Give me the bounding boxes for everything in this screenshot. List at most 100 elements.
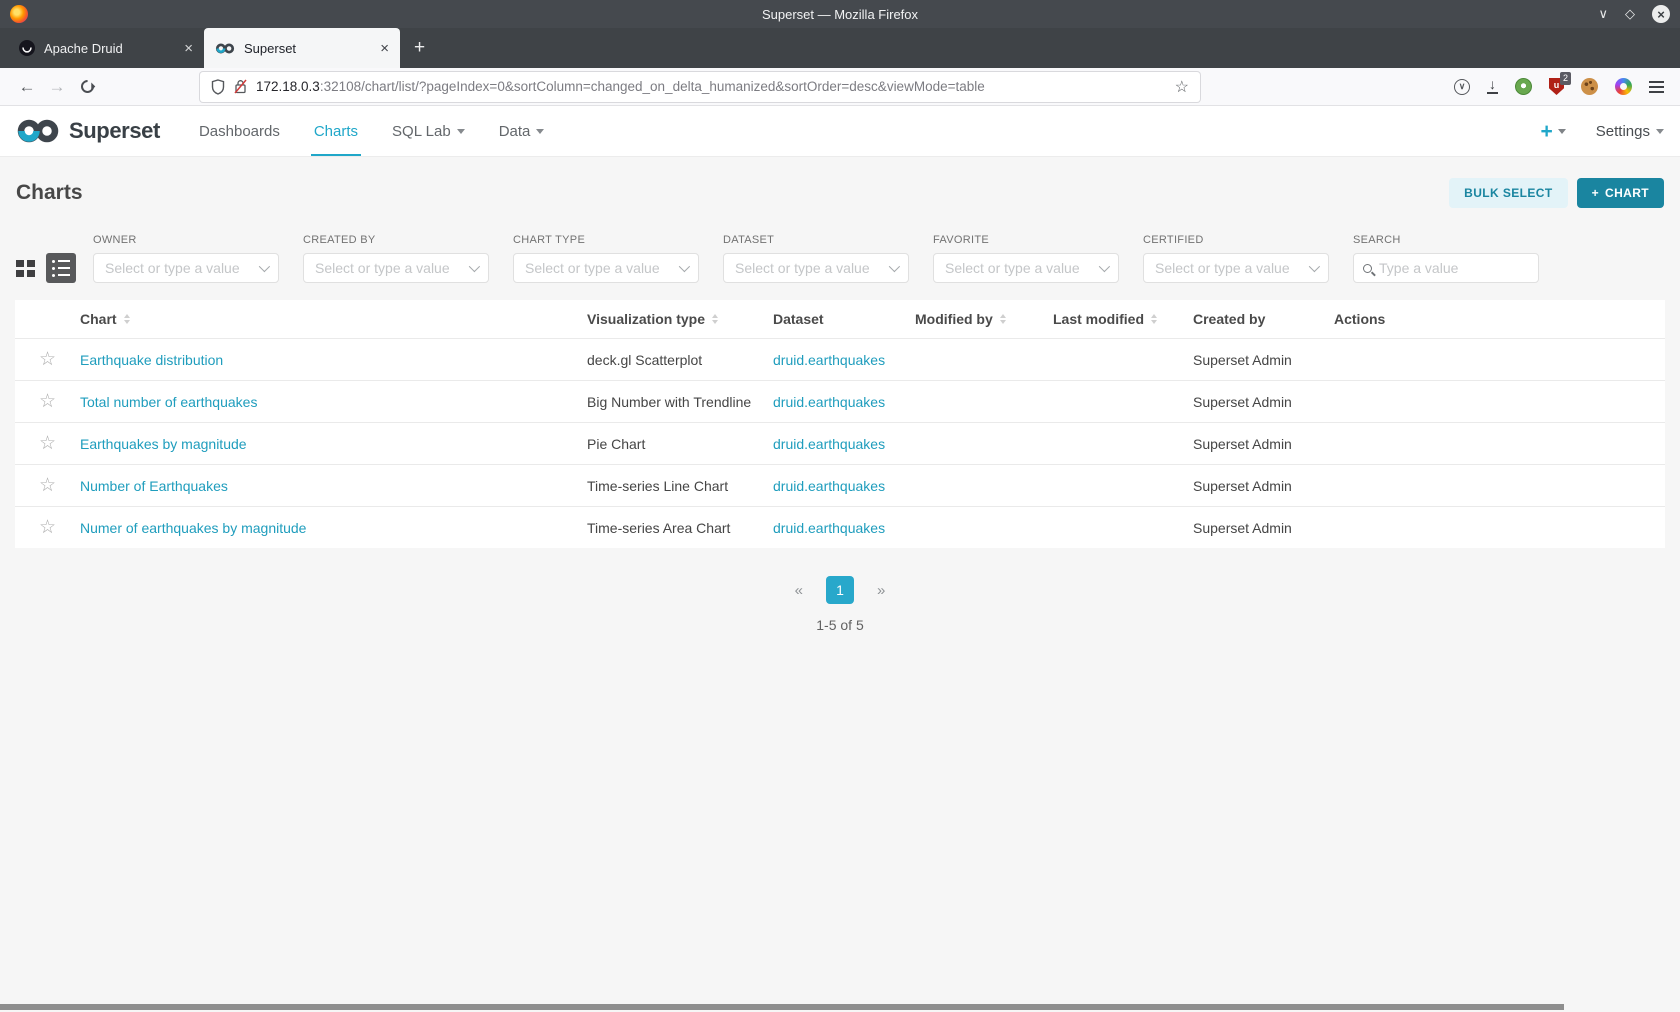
sort-icon[interactable] [124,311,130,327]
created-by-cell: Superset Admin [1193,394,1334,410]
menu-icon[interactable] [1649,81,1664,93]
forward-button[interactable]: → [42,77,72,97]
extension-green-icon[interactable] [1515,78,1532,95]
search-icon [1363,264,1372,273]
table-row: ☆ Number of Earthquakes Time-series Line… [15,464,1665,506]
dataset-select[interactable]: Select or type a value [723,253,909,283]
tab-label: Superset [244,41,371,56]
browser-toolbar: ← → 172.18.0.3:32108/chart/list/?pageInd… [0,68,1680,106]
window-maximize-icon[interactable]: ◇ [1625,6,1635,22]
chevron-down-icon [679,261,690,272]
add-chart-button[interactable]: +CHART [1577,178,1664,208]
sort-icon[interactable] [1151,311,1157,327]
certified-select[interactable]: Select or type a value [1143,253,1329,283]
column-header-modified-by[interactable]: Modified by [915,311,1053,327]
chart-name-link[interactable]: Total number of earthquakes [80,394,587,410]
owner-select[interactable]: Select or type a value [93,253,279,283]
nav-label: Charts [314,123,358,140]
nav-item-charts[interactable]: Charts [297,106,375,156]
scrollbar-thumb[interactable] [0,1004,1564,1010]
chart-name-link[interactable]: Number of Earthquakes [80,478,587,494]
column-label: Actions [1334,311,1385,327]
column-header-visualization-type[interactable]: Visualization type [587,311,773,327]
tab-close-icon[interactable]: × [380,40,389,57]
favorite-star-icon[interactable]: ☆ [39,518,56,537]
dataset-link[interactable]: druid.earthquakes [773,478,915,494]
pocket-icon[interactable]: ∨ [1454,79,1470,95]
column-header-actions: Actions [1334,311,1665,327]
ublock-icon[interactable]: u 2 [1549,78,1564,95]
window-close-icon[interactable]: × [1652,5,1670,23]
horizontal-scrollbar[interactable] [0,1004,1680,1011]
url-host: 172.18.0.3 [256,79,320,94]
pagination-summary: 1-5 of 5 [0,617,1680,633]
caret-down-icon [1656,129,1664,138]
chart-name-link[interactable]: Earthquake distribution [80,352,587,368]
column-header-chart[interactable]: Chart [80,311,587,327]
tab-label: Apache Druid [44,41,175,56]
column-label: Chart [80,311,117,327]
sort-icon[interactable] [712,311,718,327]
search-input[interactable] [1379,260,1529,276]
filter-dataset: DATASET Select or type a value [723,234,909,283]
nav-label: Dashboards [199,123,280,140]
nav-item-dashboards[interactable]: Dashboards [182,106,297,156]
url-text[interactable]: 172.18.0.3:32108/chart/list/?pageIndex=0… [256,79,985,94]
settings-menu[interactable]: Settings [1596,123,1664,140]
caret-down-icon [457,129,465,138]
prev-page-button[interactable]: « [795,582,803,599]
created-by-select[interactable]: Select or type a value [303,253,489,283]
chart-type-select[interactable]: Select or type a value [513,253,699,283]
new-tab-button[interactable]: + [400,28,439,68]
column-header-last-modified[interactable]: Last modified [1053,311,1193,327]
favorite-star-icon[interactable]: ☆ [39,434,56,453]
column-label: Modified by [915,311,993,327]
tab-close-icon[interactable]: × [184,40,193,57]
favorite-star-icon[interactable]: ☆ [39,392,56,411]
download-icon[interactable]: ↓ [1487,79,1498,93]
list-view-toggle[interactable] [46,253,76,283]
viz-type-cell: deck.gl Scatterplot [587,352,773,368]
tracking-shield-icon[interactable] [211,79,225,95]
nav-item-sql-lab[interactable]: SQL Lab [375,106,482,156]
table-row: ☆ Total number of earthquakes Big Number… [15,380,1665,422]
sort-icon[interactable] [1000,311,1006,327]
insecure-lock-icon[interactable] [234,79,247,94]
bulk-select-button[interactable]: BULK SELECT [1449,178,1567,208]
select-placeholder: Select or type a value [105,260,240,276]
favorite-star-icon[interactable]: ☆ [39,476,56,495]
colorful-extension-icon[interactable] [1615,78,1632,95]
cookie-icon[interactable] [1581,78,1598,95]
next-page-button[interactable]: » [877,582,885,599]
dataset-link[interactable]: druid.earthquakes [773,394,915,410]
window-minimize-icon[interactable]: ∨ [1598,6,1608,22]
reload-button[interactable] [72,80,102,93]
select-placeholder: Select or type a value [945,260,1080,276]
new-item-button[interactable]: + [1541,121,1566,142]
favorite-star-icon[interactable]: ☆ [39,350,56,369]
plus-icon: + [1592,186,1599,200]
table-row: ☆ Numer of earthquakes by magnitude Time… [15,506,1665,548]
page-1-button[interactable]: 1 [826,576,854,604]
url-bar[interactable]: 172.18.0.3:32108/chart/list/?pageIndex=0… [200,72,1200,102]
nav-item-data[interactable]: Data [482,106,562,156]
back-button[interactable]: ← [12,77,42,97]
bookmark-star-icon[interactable]: ☆ [1175,77,1189,97]
tab-apache-druid[interactable]: Apache Druid × [8,28,204,68]
chart-name-link[interactable]: Earthquakes by magnitude [80,436,587,452]
dataset-link[interactable]: druid.earthquakes [773,436,915,452]
plus-icon: + [1541,121,1553,142]
select-placeholder: Select or type a value [1155,260,1290,276]
card-view-toggle[interactable] [16,260,35,277]
charts-table: Chart Visualization type Dataset Modifie… [15,300,1665,548]
chart-name-link[interactable]: Numer of earthquakes by magnitude [80,520,587,536]
favorite-select[interactable]: Select or type a value [933,253,1119,283]
filter-label: CERTIFIED [1143,234,1329,246]
viz-type-cell: Time-series Line Chart [587,478,773,494]
tab-superset[interactable]: Superset × [204,28,400,68]
tab-bar: Apache Druid × Superset × + [0,28,1680,68]
dataset-link[interactable]: druid.earthquakes [773,352,915,368]
dataset-link[interactable]: druid.earthquakes [773,520,915,536]
search-box [1353,253,1539,283]
superset-logo[interactable]: Superset [16,106,160,156]
